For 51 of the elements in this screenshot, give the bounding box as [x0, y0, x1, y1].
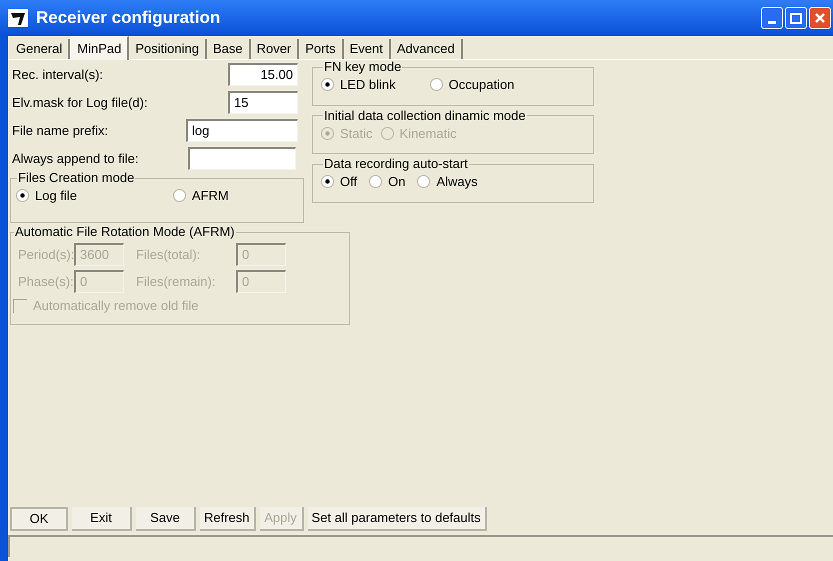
tab[interactable]: Event	[344, 39, 391, 59]
dialog-button[interactable]: Set all parameters to defaults	[308, 507, 487, 531]
field-label: Period(s):	[17, 246, 74, 264]
group-title: Initial data collection dinamic mode	[323, 108, 527, 122]
field-label: Phase(s):	[17, 272, 74, 291]
tab[interactable]: Positioning	[129, 39, 207, 59]
radio-button[interactable]	[16, 189, 29, 202]
input-field[interactable]: 15	[228, 91, 298, 114]
tab[interactable]: Ports	[299, 39, 344, 59]
maximize-icon	[790, 12, 802, 24]
field-label: Rec. interval(s):	[11, 66, 104, 84]
radio-option[interactable]: LED blink	[321, 75, 396, 94]
app-logo-icon	[8, 9, 28, 27]
close-button[interactable]	[809, 7, 831, 29]
field-label: Files(remain):	[135, 272, 216, 291]
field-label: File name prefix:	[11, 122, 110, 140]
radio-button[interactable]	[430, 78, 443, 92]
radio-option[interactable]: Off	[321, 172, 358, 192]
maximize-button[interactable]	[785, 7, 807, 29]
radio-button[interactable]	[321, 175, 334, 188]
radio-button[interactable]	[172, 189, 186, 202]
tab[interactable]: MinPad	[70, 36, 130, 60]
radio-button[interactable]	[369, 175, 382, 188]
radio-button[interactable]	[321, 78, 334, 92]
group-title: FN key mode	[323, 60, 402, 74]
dialog-button[interactable]: OK	[10, 507, 68, 531]
tab[interactable]: Base	[206, 39, 251, 59]
field-label: Elv.mask for Log file(d):	[11, 94, 149, 112]
input-field[interactable]: log	[186, 119, 298, 142]
radio-button[interactable]	[417, 175, 430, 188]
minimize-icon	[768, 21, 776, 24]
radio-option[interactable]: AFRM	[172, 186, 229, 206]
group-title: Data recording auto-start	[323, 157, 469, 171]
input-field[interactable]	[188, 147, 296, 170]
field-label: Files(total):	[135, 246, 202, 264]
minimize-button[interactable]	[761, 7, 783, 29]
group-title: Files Creation mode	[17, 171, 136, 185]
dialog-button[interactable]: Exit	[72, 507, 132, 531]
tab[interactable]: Rover	[250, 39, 300, 59]
tab[interactable]: Advanced	[390, 39, 463, 59]
radio-option[interactable]: Occupation	[430, 75, 514, 94]
group-title: Automatic File Rotation Mode (AFRM)	[14, 225, 236, 239]
radio-option[interactable]: On	[369, 172, 406, 192]
radio-option[interactable]: Log file	[16, 186, 77, 206]
dialog-button[interactable]: Refresh	[200, 507, 256, 531]
radio-option[interactable]: Always	[417, 172, 478, 192]
dialog-button[interactable]: Save	[136, 507, 196, 531]
close-icon	[814, 12, 826, 24]
input-field[interactable]: 15.00	[228, 63, 298, 86]
window-title: Receiver configuration	[36, 7, 220, 30]
field-label: Always append to file:	[11, 150, 140, 168]
